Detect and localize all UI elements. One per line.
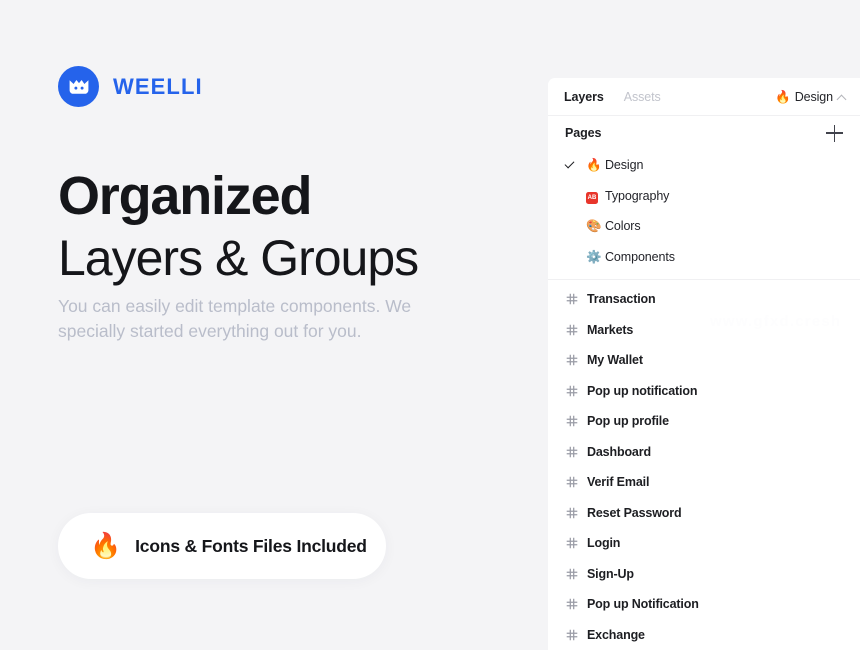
frames-list: www.gfxd.cresh Transaction Markets My Wa…: [548, 280, 860, 650]
pages-list: 🔥 Design AB Typography 🎨 Colors ⚙️ Compo…: [548, 150, 860, 278]
frame-hash-icon: [566, 629, 587, 641]
page-item-design[interactable]: 🔥 Design: [548, 150, 860, 181]
page-item-components[interactable]: ⚙️ Components: [548, 242, 860, 273]
list-item[interactable]: Verif Email: [548, 467, 860, 498]
frame-hash-icon: [566, 537, 587, 549]
page-item-label: Typography: [605, 188, 670, 203]
gear-emoji: ⚙️: [586, 249, 602, 264]
frame-hash-icon: [566, 385, 587, 397]
frame-label: Pop up Notification: [587, 597, 699, 612]
chevron-up-icon: [837, 93, 846, 102]
brand-lockup: WEELLI: [58, 66, 203, 107]
document-name: Design: [794, 90, 833, 104]
list-item[interactable]: My Wallet: [548, 345, 860, 376]
page-item-colors[interactable]: 🎨 Colors: [548, 211, 860, 242]
frame-label: Sign-Up: [587, 566, 634, 581]
frame-hash-icon: [566, 476, 587, 488]
frame-label: My Wallet: [587, 353, 643, 368]
plus-icon[interactable]: [826, 124, 843, 142]
headline-light: Layers & Groups: [58, 230, 419, 287]
list-item[interactable]: Pop up notification: [548, 376, 860, 407]
frame-label: Pop up notification: [587, 383, 698, 398]
frame-label: Login: [587, 536, 621, 551]
frame-label: Exchange: [587, 627, 645, 642]
crown-mark-icon: [58, 66, 99, 107]
frame-hash-icon: [566, 354, 587, 366]
brand-name: WEELLI: [113, 73, 203, 99]
page-item-typography[interactable]: AB Typography: [548, 181, 860, 212]
list-item[interactable]: Dashboard: [548, 437, 860, 468]
list-item[interactable]: Reset Password: [548, 498, 860, 529]
frame-hash-icon: [566, 293, 587, 305]
check-icon: [565, 162, 583, 169]
palette-emoji: 🎨: [586, 219, 602, 233]
hero-subcopy: You can easily edit template components.…: [58, 296, 412, 342]
frame-label: Dashboard: [587, 444, 651, 459]
page-item-label: Components: [605, 249, 675, 264]
ab-badge-icon: AB: [583, 187, 605, 205]
document-selector[interactable]: 🔥 Design: [775, 78, 846, 116]
pill-label: Icons & Fonts Files Included: [135, 535, 367, 556]
frame-label: Verif Email: [587, 475, 650, 490]
page-title: Organized Layers & Groups: [58, 166, 488, 287]
page-item-label: Design: [605, 158, 644, 173]
frame-label: Markets: [587, 322, 634, 337]
list-item[interactable]: Exchange: [548, 620, 860, 650]
layers-panel: Layers Assets 🔥 Design Pages 🔥 Design AB…: [548, 78, 860, 650]
frame-label: Transaction: [587, 292, 656, 307]
frame-hash-icon: [566, 446, 587, 458]
icons-fonts-included-badge: 🔥 Icons & Fonts Files Included: [58, 513, 386, 579]
frame-hash-icon: [566, 415, 587, 427]
list-item[interactable]: Sign-Up: [548, 559, 860, 590]
frame-hash-icon: [566, 507, 587, 519]
tab-assets[interactable]: Assets: [624, 90, 661, 104]
pages-title: Pages: [565, 126, 602, 140]
fire-emoji: 🔥: [586, 158, 602, 172]
tab-layers[interactable]: Layers: [564, 90, 604, 104]
list-item[interactable]: Pop up profile: [548, 406, 860, 437]
frame-label: Reset Password: [587, 505, 682, 520]
frame-label: Pop up profile: [587, 414, 669, 429]
page-item-label: Colors: [605, 219, 641, 234]
hero-section: WEELLI Organized Layers & Groups You can…: [0, 0, 548, 650]
fire-emoji: 🔥: [90, 531, 122, 560]
frame-hash-icon: [566, 598, 587, 610]
list-item[interactable]: Login: [548, 528, 860, 559]
pages-section-header: Pages: [548, 116, 860, 150]
panel-tab-bar: Layers Assets 🔥 Design: [548, 78, 860, 116]
fire-emoji: 🔥: [775, 89, 791, 104]
frame-hash-icon: [566, 324, 587, 336]
headline-strong: Organized: [58, 166, 312, 226]
list-item[interactable]: Markets: [548, 315, 860, 346]
list-item[interactable]: Transaction: [548, 284, 860, 315]
frame-hash-icon: [566, 568, 587, 580]
list-item[interactable]: Pop up Notification: [548, 589, 860, 620]
